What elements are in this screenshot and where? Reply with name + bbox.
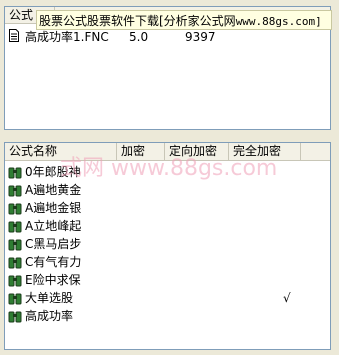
- table-row[interactable]: A遍地黄金: [5, 181, 330, 199]
- banner-text: 股票公式股票软件下载[分析家公式网: [39, 14, 236, 28]
- column-header-directed-encrypt[interactable]: 定向加密: [165, 143, 229, 160]
- column-header-full-encrypt[interactable]: 完全加密: [229, 143, 301, 160]
- binoculars-icon: [8, 202, 22, 215]
- formula-table[interactable]: 公式名称 加密 定向加密 完全加密 0年郎股神 A遍地黄金 A遍地金银 A立地峰…: [4, 142, 331, 350]
- formula-name: E险中求保: [25, 273, 81, 287]
- site-banner: 股票公式股票软件下载[分析家公式网www.88gs.com]: [36, 10, 332, 30]
- table-row[interactable]: C有气有力: [5, 253, 330, 271]
- formula-table-header: 公式名称 加密 定向加密 完全加密: [5, 143, 330, 161]
- formula-name: 大单选股: [25, 291, 74, 305]
- table-row[interactable]: 大单选股 √: [5, 289, 330, 307]
- table-row[interactable]: A遍地金银: [5, 199, 330, 217]
- table-row[interactable]: C黑马启步: [5, 235, 330, 253]
- binoculars-icon: [8, 220, 22, 233]
- formula-name: A遍地金银: [25, 201, 82, 215]
- file-name: 高成功率1.FNC: [25, 30, 109, 44]
- binoculars-icon: [8, 238, 22, 251]
- column-header-name[interactable]: 公式名称: [5, 143, 117, 160]
- binoculars-icon: [8, 310, 22, 323]
- column-header-encrypt[interactable]: 加密: [117, 143, 165, 160]
- formula-name: C黑马启步: [25, 237, 82, 251]
- binoculars-icon: [8, 292, 22, 305]
- formula-name: A立地峰起: [25, 219, 82, 233]
- full-encrypt-check[interactable]: √: [283, 289, 291, 307]
- formula-name: 0年郎股神: [25, 165, 81, 179]
- binoculars-icon: [8, 274, 22, 287]
- table-row[interactable]: 0年郎股神: [5, 163, 330, 181]
- formula-name: C有气有力: [25, 255, 82, 269]
- binoculars-icon: [8, 256, 22, 269]
- formula-name: A遍地黄金: [25, 183, 82, 197]
- table-row[interactable]: E险中求保: [5, 271, 330, 289]
- banner-site: www.88gs.com]: [235, 15, 322, 28]
- table-row[interactable]: 高成功率: [5, 307, 330, 325]
- formula-name: 高成功率: [25, 309, 74, 323]
- file-size: 9397: [185, 30, 216, 44]
- file-version: 5.0: [129, 30, 149, 44]
- file-icon: [9, 29, 19, 46]
- table-row[interactable]: A立地峰起: [5, 217, 330, 235]
- binoculars-icon: [8, 166, 22, 179]
- binoculars-icon: [8, 184, 22, 197]
